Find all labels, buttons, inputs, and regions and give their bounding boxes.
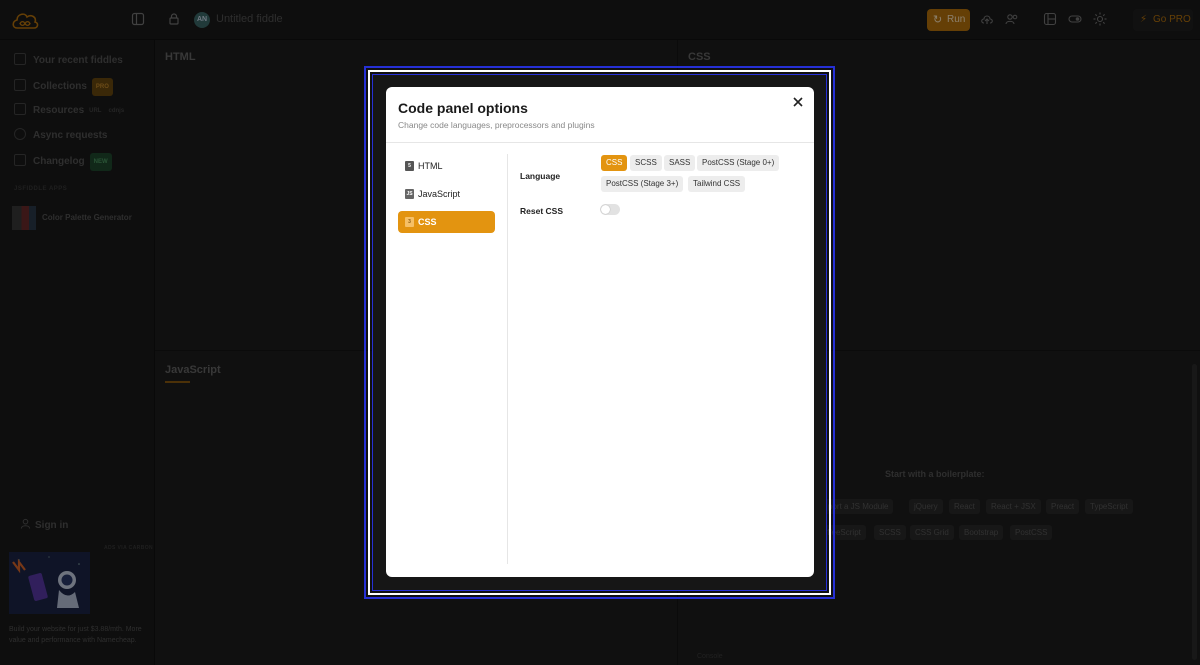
nav-item-javascript[interactable]: JS JavaScript <box>398 183 495 205</box>
modal-title: Code panel options <box>398 100 528 116</box>
close-button[interactable] <box>790 96 806 112</box>
language-option-tailwind[interactable]: Tailwind CSS <box>688 176 746 192</box>
nav-item-css[interactable]: 3 CSS <box>398 211 495 233</box>
close-icon <box>793 97 803 107</box>
modal-divider <box>386 142 814 143</box>
modal-subtitle: Change code languages, preprocessors and… <box>398 120 595 130</box>
reset-css-toggle[interactable] <box>600 204 620 215</box>
nav-item-html[interactable]: 5 HTML <box>398 155 495 177</box>
html5-icon: 5 <box>405 161 414 171</box>
language-option-sass[interactable]: SASS <box>664 155 696 171</box>
css3-icon: 3 <box>405 217 414 227</box>
language-option-postcss-stage0[interactable]: PostCSS (Stage 0+) <box>697 155 780 171</box>
nav-item-label: JavaScript <box>418 189 461 199</box>
nav-item-label: HTML <box>418 161 443 171</box>
code-panel-options-modal: Code panel options Change code languages… <box>386 87 814 577</box>
language-option-postcss-stage3[interactable]: PostCSS (Stage 3+) <box>601 176 684 192</box>
toggle-knob <box>601 205 610 214</box>
js-icon: JS <box>405 189 414 199</box>
language-label: Language <box>520 171 561 181</box>
language-option-css[interactable]: CSS <box>601 155 628 171</box>
modal-vertical-divider <box>507 154 508 564</box>
reset-css-label: Reset CSS <box>520 206 563 216</box>
nav-item-label: CSS <box>418 217 437 227</box>
language-option-scss[interactable]: SCSS <box>630 155 662 171</box>
